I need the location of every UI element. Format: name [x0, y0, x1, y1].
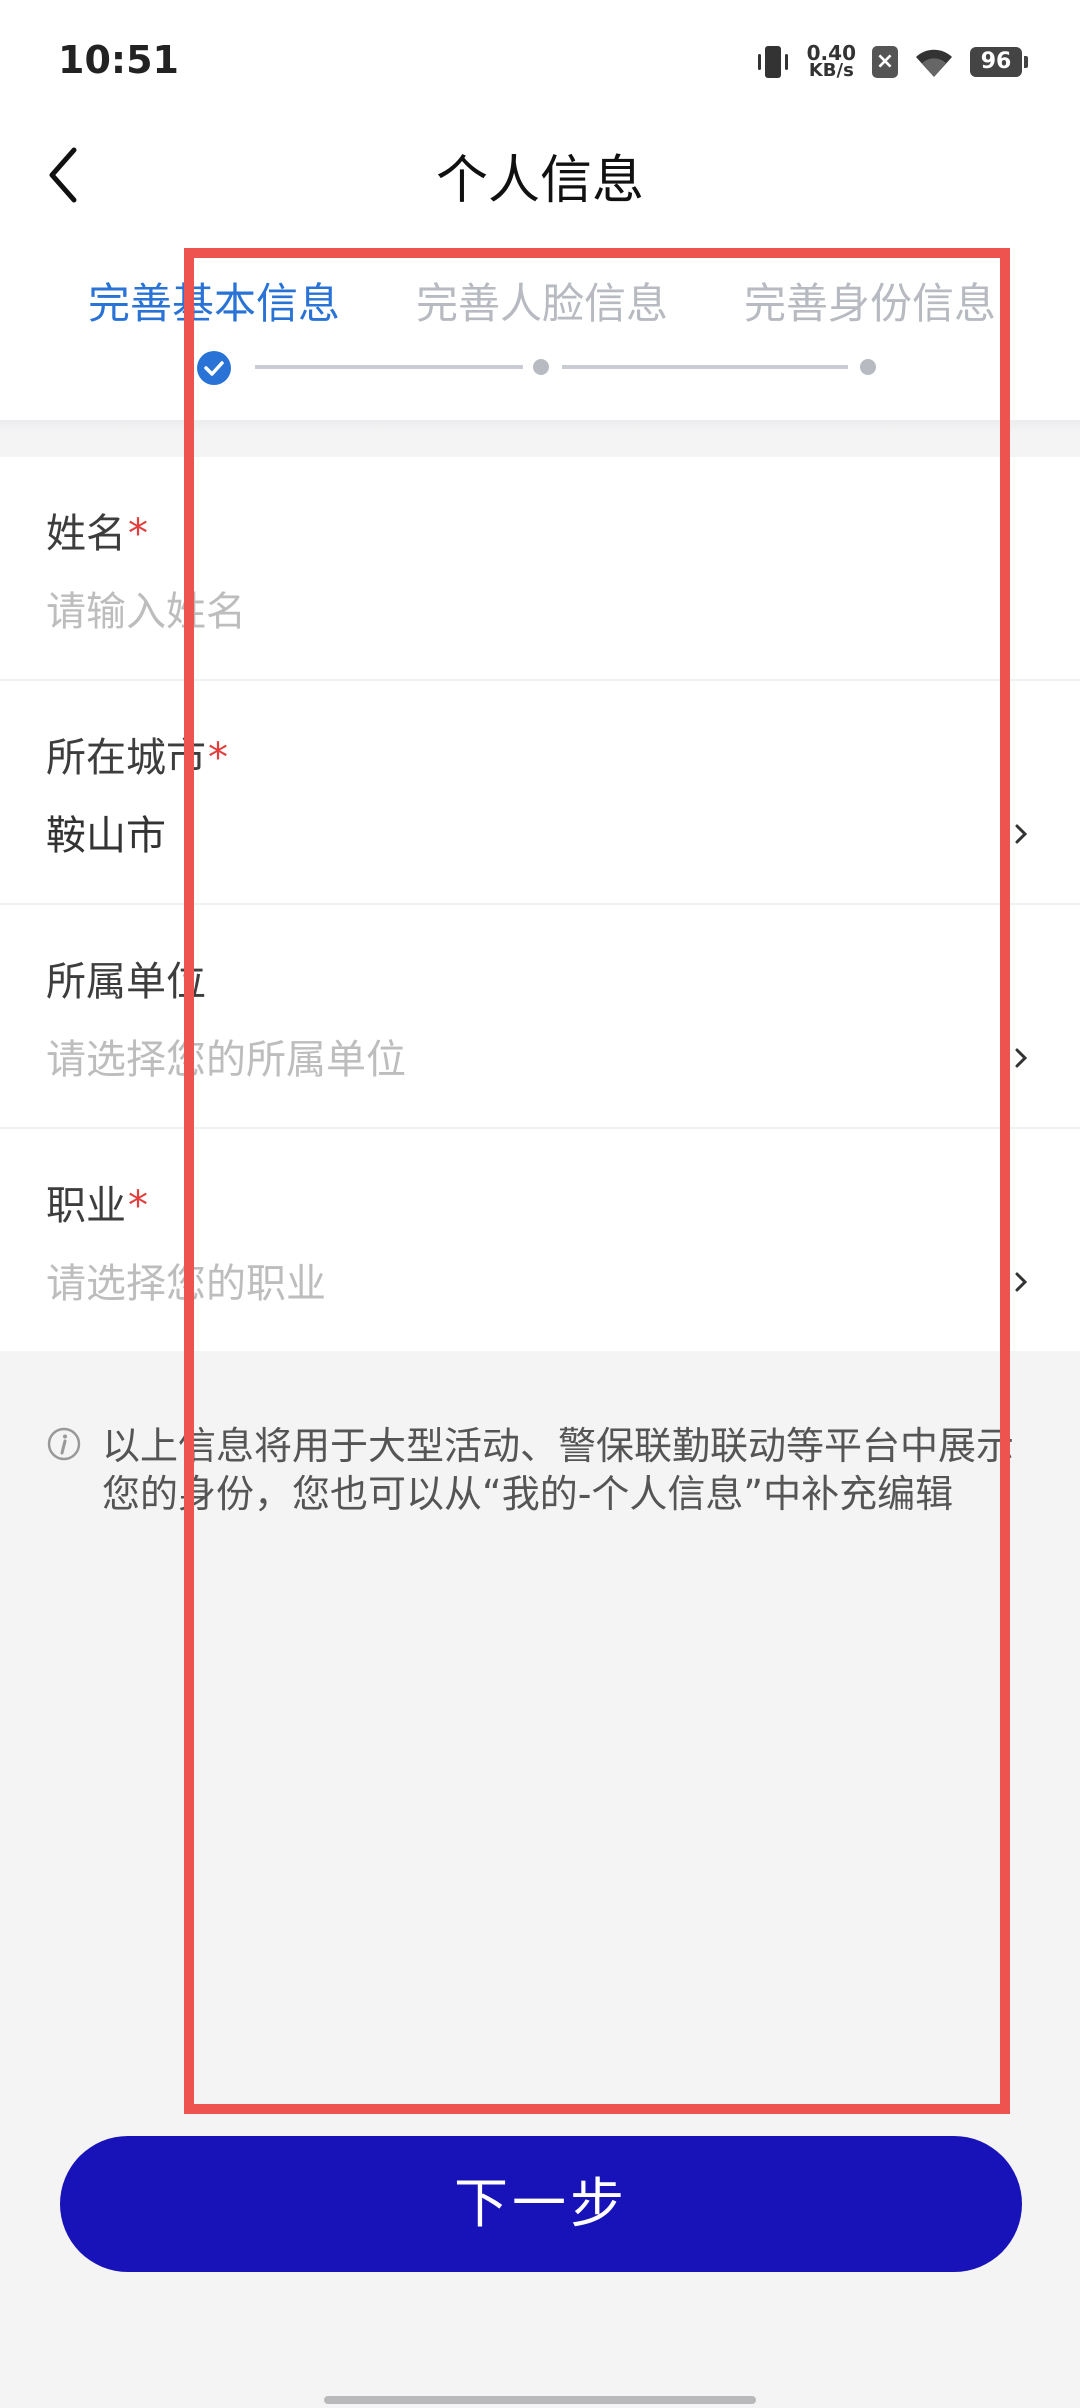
- field-label-text: 姓名: [46, 511, 126, 557]
- network-speed-unit: KB/s: [808, 60, 854, 81]
- city-field[interactable]: 所在城市* 鞍山市: [0, 681, 1080, 905]
- header-shadow: [0, 420, 1080, 432]
- wifi-icon: [916, 49, 952, 77]
- home-indicator[interactable]: [324, 2396, 756, 2404]
- step-face-info: 完善人脸信息: [416, 279, 669, 328]
- name-field[interactable]: 姓名* 请输入姓名: [0, 457, 1080, 681]
- organization-field[interactable]: 所属单位 请选择您的所属单位: [0, 905, 1080, 1129]
- step-basic-info: 完善基本信息: [88, 279, 341, 328]
- screen: 10:51 0.40 KB/s × 96 个人信息 完善基本信息 完善人脸信息: [0, 0, 1080, 2408]
- vibrate-icon: [757, 46, 788, 78]
- chevron-right-icon[interactable]: [1014, 823, 1028, 845]
- info-note-text: 以上信息将用于大型活动、警保联勤联动等平台中展示您的身份，您也可以从“我的-个人…: [102, 1424, 1015, 1516]
- chevron-right-icon[interactable]: [1014, 1271, 1028, 1293]
- occupation-field[interactable]: 职业* 请选择您的职业: [0, 1129, 1080, 1351]
- required-mark: *: [208, 735, 228, 781]
- step-connector: [562, 365, 848, 369]
- city-value[interactable]: 鞍山市: [46, 803, 166, 861]
- field-label-text: 所在城市: [46, 735, 206, 781]
- field-label: 职业*: [46, 1173, 148, 1231]
- status-icons: 0.40 KB/s × 96: [755, 40, 1028, 84]
- field-label: 所在城市*: [46, 725, 228, 783]
- network-speed: 0.40 KB/s: [807, 43, 856, 81]
- info-icon: [47, 1427, 81, 1461]
- required-mark: *: [128, 1183, 148, 1229]
- step-dot: [533, 359, 549, 375]
- required-mark: *: [128, 511, 148, 557]
- page-title: 个人信息: [435, 151, 644, 211]
- field-label: 姓名*: [46, 501, 148, 559]
- next-step-button[interactable]: 下一步: [60, 2136, 1022, 2272]
- battery-icon: 96: [970, 47, 1028, 77]
- info-note: 以上信息将用于大型活动、警保联勤联动等平台中展示您的身份，您也可以从“我的-个人…: [46, 1422, 1036, 1518]
- step-dot: [860, 359, 876, 375]
- step-done-check-icon: [197, 351, 231, 385]
- status-time: 10:51: [58, 38, 179, 82]
- info-form: 姓名* 请输入姓名 所在城市* 鞍山市 所属单位 请选择您的所属单位 职业* 请…: [0, 457, 1080, 1351]
- sim-off-icon: ×: [872, 46, 898, 78]
- field-label: 所属单位: [46, 949, 208, 1007]
- step-connector: [255, 365, 523, 369]
- field-label-text: 职业: [46, 1183, 126, 1229]
- field-label-text: 所属单位: [46, 959, 206, 1005]
- organization-select[interactable]: 请选择您的所属单位: [46, 1027, 406, 1085]
- header-area: 10:51 0.40 KB/s × 96 个人信息 完善基本信息 完善人脸信息: [0, 0, 1080, 420]
- step-identity-info: 完善身份信息: [744, 279, 997, 328]
- name-input[interactable]: 请输入姓名: [46, 579, 246, 637]
- occupation-select[interactable]: 请选择您的职业: [46, 1251, 326, 1309]
- chevron-right-icon[interactable]: [1014, 1047, 1028, 1069]
